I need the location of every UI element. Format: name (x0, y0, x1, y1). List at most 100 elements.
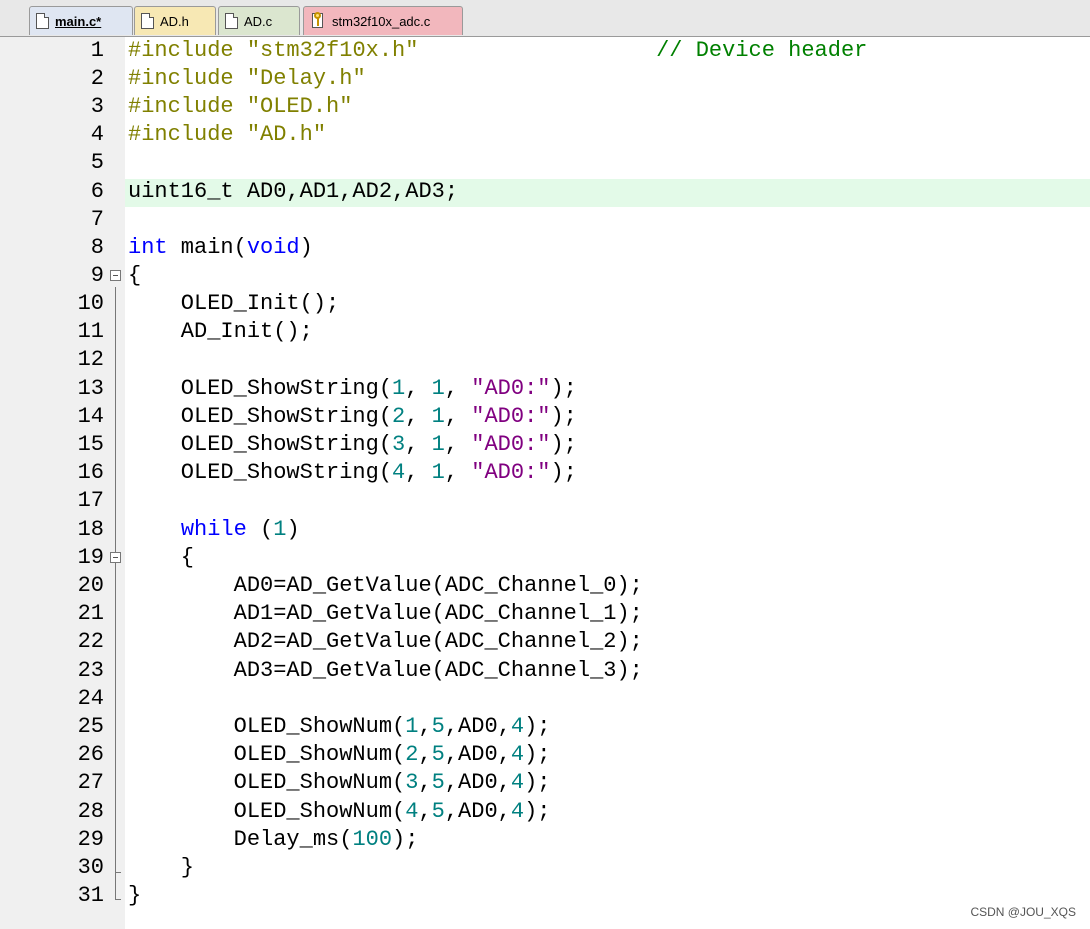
code-text[interactable]: { (128, 262, 141, 290)
code-line: 18 while (1) (0, 516, 1090, 544)
line-number: 13 (77, 376, 104, 401)
file-icon (225, 13, 238, 29)
code-line: 20 AD0=AD_GetValue(ADC_Channel_0); (0, 572, 1090, 600)
editor-tab-bar: main.c* AD.h AD.c stm32f10x_adc.c (0, 0, 1090, 37)
line-number: 7 (90, 207, 104, 232)
code-text[interactable]: OLED_ShowNum(2,5,AD0,4); (128, 741, 551, 769)
line-number: 17 (77, 488, 104, 513)
code-text[interactable]: Delay_ms(100); (128, 826, 419, 854)
line-number: 11 (77, 319, 104, 344)
line-number: 31 (77, 883, 104, 908)
line-number: 10 (77, 291, 104, 316)
code-line: 19 { (0, 544, 1090, 572)
code-line: 6 uint16_t AD0,AD1,AD2,AD3; (0, 178, 1090, 206)
code-text[interactable]: #include "OLED.h" (128, 93, 352, 121)
line-number: 20 (77, 573, 104, 598)
code-text[interactable]: AD_Init(); (128, 318, 313, 346)
line-number: 24 (77, 686, 104, 711)
line-number: 19 (77, 545, 104, 570)
tab-label: stm32f10x_adc.c (332, 13, 431, 29)
code-text[interactable]: OLED_ShowString(3, 1, "AD0:"); (128, 431, 577, 459)
line-number: 29 (77, 827, 104, 852)
code-line: 10 OLED_Init(); (0, 290, 1090, 318)
code-line: 27 OLED_ShowNum(3,5,AD0,4); (0, 769, 1090, 797)
line-number: 8 (90, 235, 104, 260)
code-line: 25 OLED_ShowNum(1,5,AD0,4); (0, 713, 1090, 741)
code-text[interactable]: AD2=AD_GetValue(ADC_Channel_2); (128, 628, 643, 656)
code-line: 14 OLED_ShowString(2, 1, "AD0:"); (0, 403, 1090, 431)
code-line: 7 (0, 206, 1090, 234)
tab-label: main.c* (55, 13, 102, 29)
tab-ad-c[interactable]: AD.c (218, 6, 300, 35)
read-only-key-icon (310, 12, 326, 30)
code-text[interactable]: OLED_ShowNum(1,5,AD0,4); (128, 713, 551, 741)
code-text[interactable]: { (128, 544, 194, 572)
code-line: 21 AD1=AD_GetValue(ADC_Channel_1); (0, 600, 1090, 628)
code-line: 1 #include "stm32f10x.h" // Device heade… (0, 37, 1090, 65)
watermark: CSDN @JOU_XQS (970, 905, 1076, 919)
code-line: 24 (0, 685, 1090, 713)
line-number: 15 (77, 432, 104, 457)
code-text[interactable]: #include "AD.h" (128, 121, 326, 149)
line-number: 23 (77, 658, 104, 683)
line-number: 21 (77, 601, 104, 626)
tab-label: AD.h (160, 13, 189, 29)
line-number: 5 (90, 150, 104, 175)
tab-ad-h[interactable]: AD.h (134, 6, 216, 35)
code-text[interactable]: #include "Delay.h" (128, 65, 366, 93)
code-line: 11 AD_Init(); (0, 318, 1090, 346)
line-number: 12 (77, 347, 104, 372)
code-line: 12 (0, 346, 1090, 374)
line-number: 22 (77, 629, 104, 654)
code-line: 13 OLED_ShowString(1, 1, "AD0:"); (0, 375, 1090, 403)
line-number: 2 (90, 66, 104, 91)
code-line: 5 (0, 149, 1090, 177)
code-line: 22 AD2=AD_GetValue(ADC_Channel_2); (0, 628, 1090, 656)
code-text[interactable]: int main(void) (128, 234, 313, 262)
code-line: 28 OLED_ShowNum(4,5,AD0,4); (0, 798, 1090, 826)
fold-toggle-icon[interactable] (110, 552, 121, 563)
line-number: 27 (77, 770, 104, 795)
line-number: 18 (77, 517, 104, 542)
code-text[interactable]: OLED_Init(); (128, 290, 339, 318)
line-number: 4 (90, 122, 104, 147)
code-text[interactable]: while (1) (128, 516, 300, 544)
code-line: 31 } (0, 882, 1090, 910)
code-line: 15 OLED_ShowString(3, 1, "AD0:"); (0, 431, 1090, 459)
code-text[interactable]: OLED_ShowNum(4,5,AD0,4); (128, 798, 551, 826)
line-number: 25 (77, 714, 104, 739)
code-text[interactable]: OLED_ShowString(1, 1, "AD0:"); (128, 375, 577, 403)
code-line: 8 int main(void) (0, 234, 1090, 262)
code-line: 4 #include "AD.h" (0, 121, 1090, 149)
line-number: 28 (77, 799, 104, 824)
code-line: 23 AD3=AD_GetValue(ADC_Channel_3); (0, 657, 1090, 685)
line-number: 14 (77, 404, 104, 429)
code-line: 3 #include "OLED.h" (0, 93, 1090, 121)
code-line: 30 } (0, 854, 1090, 882)
file-icon (141, 13, 154, 29)
code-line: 26 OLED_ShowNum(2,5,AD0,4); (0, 741, 1090, 769)
code-line: 17 (0, 487, 1090, 515)
code-text[interactable]: AD0=AD_GetValue(ADC_Channel_0); (128, 572, 643, 600)
code-text[interactable]: AD3=AD_GetValue(ADC_Channel_3); (128, 657, 643, 685)
code-line: 2 #include "Delay.h" (0, 65, 1090, 93)
file-icon (36, 13, 49, 29)
line-number: 6 (90, 179, 104, 204)
code-text[interactable]: } (128, 882, 141, 910)
code-text[interactable]: uint16_t AD0,AD1,AD2,AD3; (128, 178, 458, 206)
fold-toggle-icon[interactable] (110, 270, 121, 281)
line-number: 1 (90, 38, 104, 63)
code-line: 9 { (0, 262, 1090, 290)
code-text[interactable]: #include "stm32f10x.h" // Device header (128, 37, 867, 65)
tab-stm32f10x-adc-c[interactable]: stm32f10x_adc.c (303, 6, 463, 35)
code-text[interactable]: OLED_ShowString(2, 1, "AD0:"); (128, 403, 577, 431)
line-number: 3 (90, 94, 104, 119)
line-number: 9 (90, 263, 104, 288)
code-text[interactable]: } (128, 854, 194, 882)
code-line: 16 OLED_ShowString(4, 1, "AD0:"); (0, 459, 1090, 487)
tab-main-c[interactable]: main.c* (29, 6, 133, 35)
code-text[interactable]: AD1=AD_GetValue(ADC_Channel_1); (128, 600, 643, 628)
code-text[interactable]: OLED_ShowNum(3,5,AD0,4); (128, 769, 551, 797)
code-line: 29 Delay_ms(100); (0, 826, 1090, 854)
code-text[interactable]: OLED_ShowString(4, 1, "AD0:"); (128, 459, 577, 487)
